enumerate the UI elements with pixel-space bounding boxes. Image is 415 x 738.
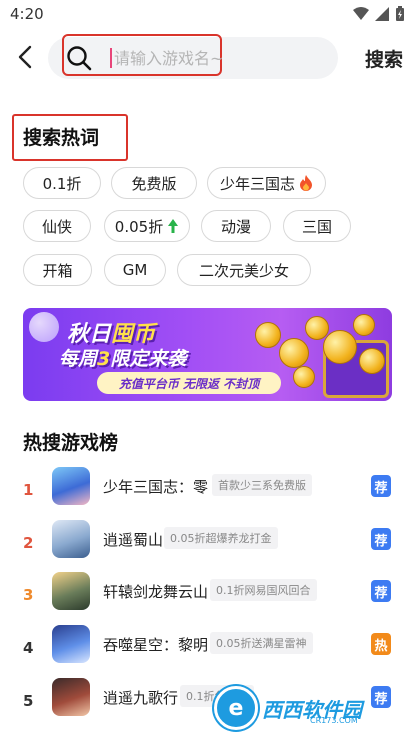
- coin-icon: [353, 314, 375, 336]
- promo-banner[interactable]: 秋日囤币 每周3限定来袭 充值平台币 无限返 不封顶: [23, 308, 392, 401]
- game-name: 少年三国志：零: [103, 478, 209, 496]
- hot-tag[interactable]: 仙侠: [23, 210, 91, 242]
- battery-icon: [396, 6, 404, 21]
- fire-icon: [300, 175, 312, 191]
- hot-tag[interactable]: 动漫: [201, 210, 271, 242]
- game-icon: [52, 467, 90, 505]
- ranking-title: 热搜游戏榜: [23, 432, 119, 454]
- chevron-left-icon: [18, 45, 32, 69]
- hot-badge: 热: [371, 633, 391, 655]
- hot-tag[interactable]: GM: [104, 254, 166, 286]
- banner-subtitle-num: 3: [97, 348, 111, 370]
- hot-words-title: 搜索热词: [23, 127, 100, 149]
- hot-tag[interactable]: 0.1折: [23, 167, 101, 199]
- wifi-icon: [353, 7, 369, 20]
- hot-tag[interactable]: 三国: [283, 210, 351, 242]
- search-icon: [67, 46, 92, 71]
- game-icon: [52, 572, 90, 610]
- banner-strip: 充值平台币 无限返 不封顶: [97, 372, 281, 394]
- ranking-row[interactable]: 4 吞噬星空：黎明 0.05折送满星雷神 热: [0, 625, 415, 675]
- game-name: 轩辕剑龙舞云山: [103, 583, 209, 601]
- status-icons: [353, 6, 405, 22]
- hot-tag[interactable]: 二次元美少女: [177, 254, 311, 286]
- hot-tag-label: 三国: [301, 217, 332, 236]
- ranking-row[interactable]: 1 少年三国志：零 首款少三系免费版 荐: [0, 467, 415, 517]
- game-tag: 0.05折超爆养龙打金: [164, 527, 278, 549]
- banner-subtitle: 每周3限定来袭: [59, 344, 186, 371]
- watermark-url: CR173.COM: [310, 716, 358, 725]
- status-bar: 4:20: [0, 0, 415, 30]
- status-time: 4:20: [10, 5, 44, 23]
- hot-tag[interactable]: 少年三国志: [207, 167, 326, 199]
- hot-tag[interactable]: 0.05折: [104, 210, 190, 242]
- banner-subtitle-part1: 每周: [59, 348, 98, 370]
- rank-number: 4: [23, 639, 34, 657]
- rank-number: 3: [23, 586, 34, 604]
- game-icon: [52, 520, 90, 558]
- game-tag: 0.1折网易国风回合: [210, 579, 317, 601]
- game-tag: 首款少三系免费版: [212, 474, 312, 496]
- coin-icon: [359, 348, 385, 374]
- search-button[interactable]: 搜索: [365, 45, 403, 72]
- rank-number: 2: [23, 534, 34, 552]
- coin-icon: [293, 366, 315, 388]
- ranking-row[interactable]: 3 轩辕剑龙舞云山 0.1折网易国风回合 荐: [0, 572, 415, 622]
- hot-tag-label: 0.1折: [42, 174, 82, 193]
- coin-icon: [323, 330, 357, 364]
- back-button[interactable]: [12, 42, 38, 72]
- coin-icon: [279, 338, 309, 368]
- game-icon: [52, 678, 90, 716]
- hot-tag-label: 动漫: [220, 217, 251, 236]
- recommend-badge: 荐: [371, 475, 391, 497]
- banner-subtitle-part2: 限定来袭: [110, 348, 187, 370]
- watermark-logo-icon: e: [214, 686, 258, 730]
- signal-icon: [375, 7, 389, 21]
- hot-tag-label: 少年三国志: [219, 174, 295, 193]
- recommend-badge: 荐: [371, 528, 391, 550]
- hot-tag-label: 仙侠: [41, 217, 72, 236]
- text-caret: [110, 48, 112, 68]
- arrow-up-icon: [168, 219, 179, 233]
- search-input[interactable]: [114, 46, 314, 70]
- ranking-row[interactable]: 2 逍遥蜀山 0.05折超爆养龙打金 荐: [0, 520, 415, 570]
- hot-tag-label: 0.05折: [114, 217, 164, 236]
- recommend-badge: 荐: [371, 580, 391, 602]
- game-name: 逍遥九歌行: [103, 689, 179, 707]
- rank-number: 1: [23, 481, 34, 499]
- rank-number: 5: [23, 692, 34, 710]
- banner-bubble: [29, 312, 59, 342]
- hot-tag[interactable]: 开箱: [23, 254, 92, 286]
- coin-icon: [255, 322, 281, 348]
- hot-tag-label: 免费版: [131, 174, 177, 193]
- hot-tag-label: GM: [122, 261, 148, 279]
- game-icon: [52, 625, 90, 663]
- hot-tag-label: 开箱: [42, 261, 73, 280]
- game-tag: 0.05折送满星雷神: [210, 632, 313, 654]
- game-name: 吞噬星空：黎明: [103, 636, 209, 654]
- game-name: 逍遥蜀山: [103, 531, 164, 549]
- watermark: e 西西软件园 CR173.COM: [214, 684, 414, 732]
- hot-tag-label: 二次元美少女: [198, 261, 289, 280]
- hot-tag[interactable]: 免费版: [111, 167, 197, 199]
